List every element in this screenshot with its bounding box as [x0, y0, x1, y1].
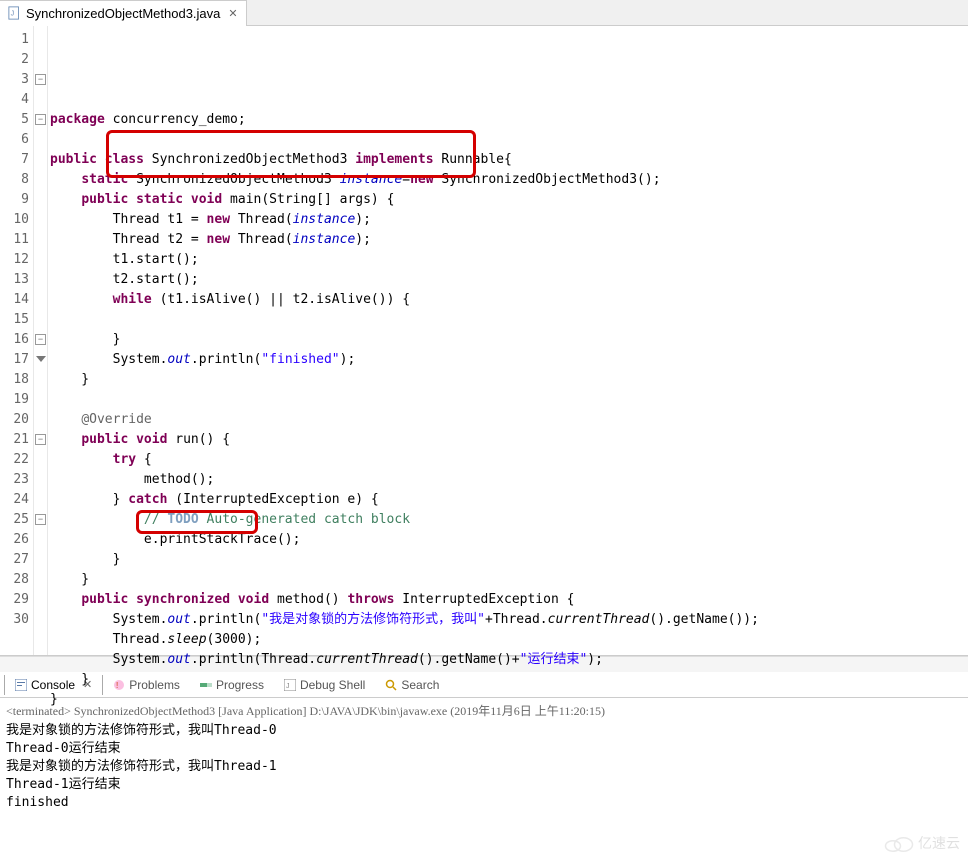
cloud-icon: [884, 834, 914, 852]
console-output[interactable]: <terminated> SynchronizedObjectMethod3 […: [0, 698, 968, 816]
line-number-gutter: 1234567891011121314151617181920212223242…: [0, 26, 34, 655]
code-line[interactable]: t2.start();: [48, 270, 968, 290]
code-line[interactable]: }: [48, 330, 968, 350]
code-line[interactable]: static SynchronizedObjectMethod3 instanc…: [48, 170, 968, 190]
console-icon: [15, 679, 27, 691]
code-line[interactable]: System.out.println(Thread.currentThread(…: [48, 650, 968, 670]
code-line[interactable]: }: [48, 550, 968, 570]
editor-tab[interactable]: J SynchronizedObjectMethod3.java ✕: [0, 0, 247, 26]
code-line[interactable]: public static void main(String[] args) {: [48, 190, 968, 210]
console-line: Thread-1运行结束: [6, 776, 962, 794]
code-line[interactable]: }: [48, 670, 968, 690]
close-icon[interactable]: ✕: [228, 7, 237, 20]
code-line[interactable]: public synchronized void method() throws…: [48, 590, 968, 610]
watermark: 亿速云: [884, 833, 960, 853]
watermark-text: 亿速云: [918, 833, 960, 853]
code-line[interactable]: [48, 390, 968, 410]
code-line[interactable]: }: [48, 570, 968, 590]
code-line[interactable]: System.out.println("我是对象锁的方法修饰符形式，我叫"+Th…: [48, 610, 968, 630]
code-line[interactable]: }: [48, 370, 968, 390]
code-line[interactable]: Thread.sleep(3000);: [48, 630, 968, 650]
code-line[interactable]: Thread t1 = new Thread(instance);: [48, 210, 968, 230]
fold-marker[interactable]: −: [35, 434, 46, 445]
code-line[interactable]: // TODO Auto-generated catch block: [48, 510, 968, 530]
console-line: Thread-0运行结束: [6, 740, 962, 758]
console-lines: 我是对象锁的方法修饰符形式，我叫Thread-0Thread-0运行结束我是对象…: [6, 722, 962, 812]
editor-tab-bar: J SynchronizedObjectMethod3.java ✕: [0, 0, 968, 26]
fold-marker[interactable]: −: [35, 114, 46, 125]
java-file-icon: J: [8, 6, 22, 20]
code-line[interactable]: t1.start();: [48, 250, 968, 270]
code-line[interactable]: System.out.println("finished");: [48, 350, 968, 370]
code-line[interactable]: [48, 130, 968, 150]
code-line[interactable]: e.printStackTrace();: [48, 530, 968, 550]
code-line[interactable]: @Override: [48, 410, 968, 430]
code-line[interactable]: } catch (InterruptedException e) {: [48, 490, 968, 510]
fold-marker[interactable]: −: [35, 74, 46, 85]
code-line[interactable]: }: [48, 690, 968, 710]
code-line[interactable]: while (t1.isAlive() || t2.isAlive()) {: [48, 290, 968, 310]
code-line[interactable]: package concurrency_demo;: [48, 110, 968, 130]
fold-marker[interactable]: −: [35, 514, 46, 525]
code-area[interactable]: package concurrency_demo;public class Sy…: [48, 26, 968, 655]
code-line[interactable]: public class SynchronizedObjectMethod3 i…: [48, 150, 968, 170]
code-line[interactable]: Thread t2 = new Thread(instance);: [48, 230, 968, 250]
code-line[interactable]: method();: [48, 470, 968, 490]
fold-marker[interactable]: −: [35, 334, 46, 345]
tab-filename: SynchronizedObjectMethod3.java: [26, 6, 220, 21]
code-line[interactable]: try {: [48, 450, 968, 470]
folding-marker-column: − − − − −: [34, 26, 48, 655]
code-line[interactable]: public void run() {: [48, 430, 968, 450]
code-line[interactable]: [48, 310, 968, 330]
console-line: 我是对象锁的方法修饰符形式，我叫Thread-1: [6, 758, 962, 776]
fold-marker[interactable]: [36, 356, 46, 362]
console-line: finished: [6, 794, 962, 812]
code-editor[interactable]: 1234567891011121314151617181920212223242…: [0, 26, 968, 656]
console-line: 我是对象锁的方法修饰符形式，我叫Thread-0: [6, 722, 962, 740]
svg-text:J: J: [11, 11, 15, 18]
